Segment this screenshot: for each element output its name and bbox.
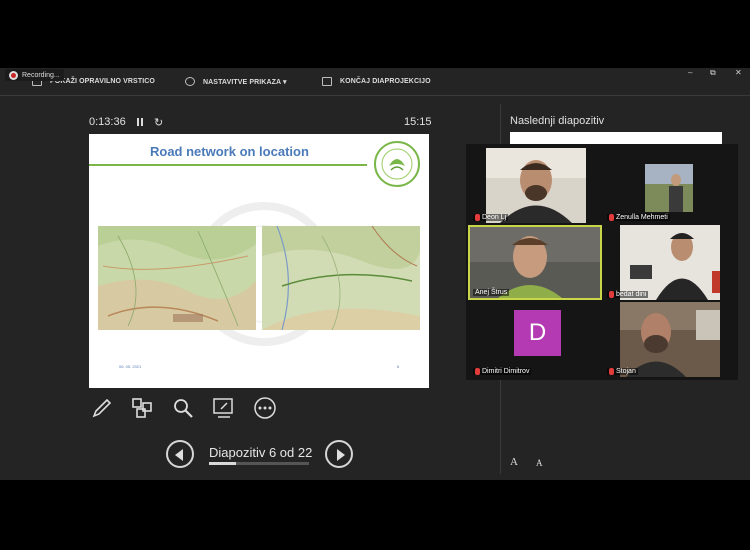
participant-tile-active-speaker[interactable]: Anej Štrus [468,225,602,300]
participant-name-tag: Deon Lj [473,214,509,221]
next-slide-button[interactable] [325,440,353,468]
participant-name-tag: Zenulla Mehmeti [607,214,670,221]
muted-mic-icon [475,368,480,375]
topographic-map-left [98,226,256,330]
muted-mic-icon [609,214,614,221]
record-icon [9,70,18,80]
participant-tile[interactable]: bedat dini [604,225,736,300]
participant-name-tag: bedat dini [607,291,649,298]
pen-icon [92,398,112,418]
participant-video [604,148,736,223]
recording-label: Recording... [22,71,60,79]
presenter-view: POKAŽI OPRAVILNO VRSTICO NASTAVITVE PRIK… [0,68,750,480]
current-slide[interactable]: Road network on location 06. 05. 2021 6 [89,134,429,388]
presenter-toolbar: POKAŽI OPRAVILNO VRSTICO NASTAVITVE PRIK… [0,68,750,96]
participant-video [604,225,736,300]
restore-button[interactable]: ⧉ [710,68,716,78]
muted-mic-icon [609,291,614,298]
see-all-slides-button[interactable] [130,396,154,420]
minimize-button[interactable]: – [688,68,692,77]
participant-name-tag: Anej Štrus [473,289,510,296]
pen-tool-button[interactable] [90,396,114,420]
current-time: 15:15 [404,116,432,128]
next-slide-label: Naslednji diapozitiv [510,115,605,127]
zoom-icon [174,399,193,418]
topographic-map-right [262,226,420,330]
participant-name: Dimitri Dimitrov [482,368,530,375]
more-options-icon [254,397,276,419]
slide-number: 6 [397,364,400,369]
organization-logo [374,141,420,187]
laser-pointer-button[interactable] [212,396,236,420]
slide-title: Road network on location [150,144,309,159]
participant-tile[interactable]: Deon Lj [470,148,602,223]
end-show-label: KONČAJ DIAPROJEKCIJO [340,78,431,85]
display-settings-label: NASTAVITVE PRIKAZA ▾ [203,78,287,86]
display-settings-button[interactable]: NASTAVITVE PRIKAZA ▾ [185,77,287,86]
participant-video [470,227,600,298]
participant-name: Anej Štrus [475,289,508,296]
slide-date: 06. 05. 2021 [119,364,142,369]
participant-name: Zenulla Mehmeti [616,214,668,221]
participant-video [604,302,736,377]
muted-mic-icon [609,368,614,375]
participant-tile[interactable]: Zenulla Mehmeti [604,148,736,223]
elapsed-timer: 0:13:36 [89,116,126,128]
decrease-font-button[interactable]: A [536,458,543,468]
video-gallery: Deon Lj Zenulla Mehmeti Anej Štrus bedat… [466,144,738,380]
participant-tile[interactable]: Stojan [604,302,736,377]
close-button[interactable]: ✕ [735,68,742,77]
previous-slide-button[interactable] [166,440,194,468]
slide-progress-fill [209,462,236,465]
participant-video [470,148,602,223]
participant-tile[interactable]: D Dimitri Dimitrov [470,302,602,377]
show-taskbar-label: POKAŽI OPRAVILNO VRSTICO [50,78,155,85]
slides-grid-icon [132,398,152,418]
laser-pointer-icon [213,398,233,418]
pause-icon[interactable] [137,118,143,126]
more-options-button[interactable] [253,396,277,420]
participant-name-tag: Stojan [607,368,638,375]
display-settings-icon [185,77,195,86]
reset-timer-icon[interactable]: ↻ [154,116,163,129]
title-rule [89,164,367,166]
slide-progress-bar [209,462,309,465]
participant-avatar: D [514,310,561,356]
increase-font-button[interactable]: A [510,456,518,468]
muted-mic-icon [475,214,480,221]
end-show-icon [322,77,332,86]
zoom-button[interactable] [171,396,195,420]
participant-name-tag: Dimitri Dimitrov [473,368,532,375]
end-show-button[interactable]: KONČAJ DIAPROJEKCIJO [322,77,431,86]
participant-name: bedat dini [616,291,647,298]
participant-name: Stojan [616,368,636,375]
recording-indicator[interactable]: Recording... [5,69,64,81]
slide-counter[interactable]: Diapozitiv 6 od 22 [209,445,312,460]
participant-name: Deon Lj [482,214,507,221]
